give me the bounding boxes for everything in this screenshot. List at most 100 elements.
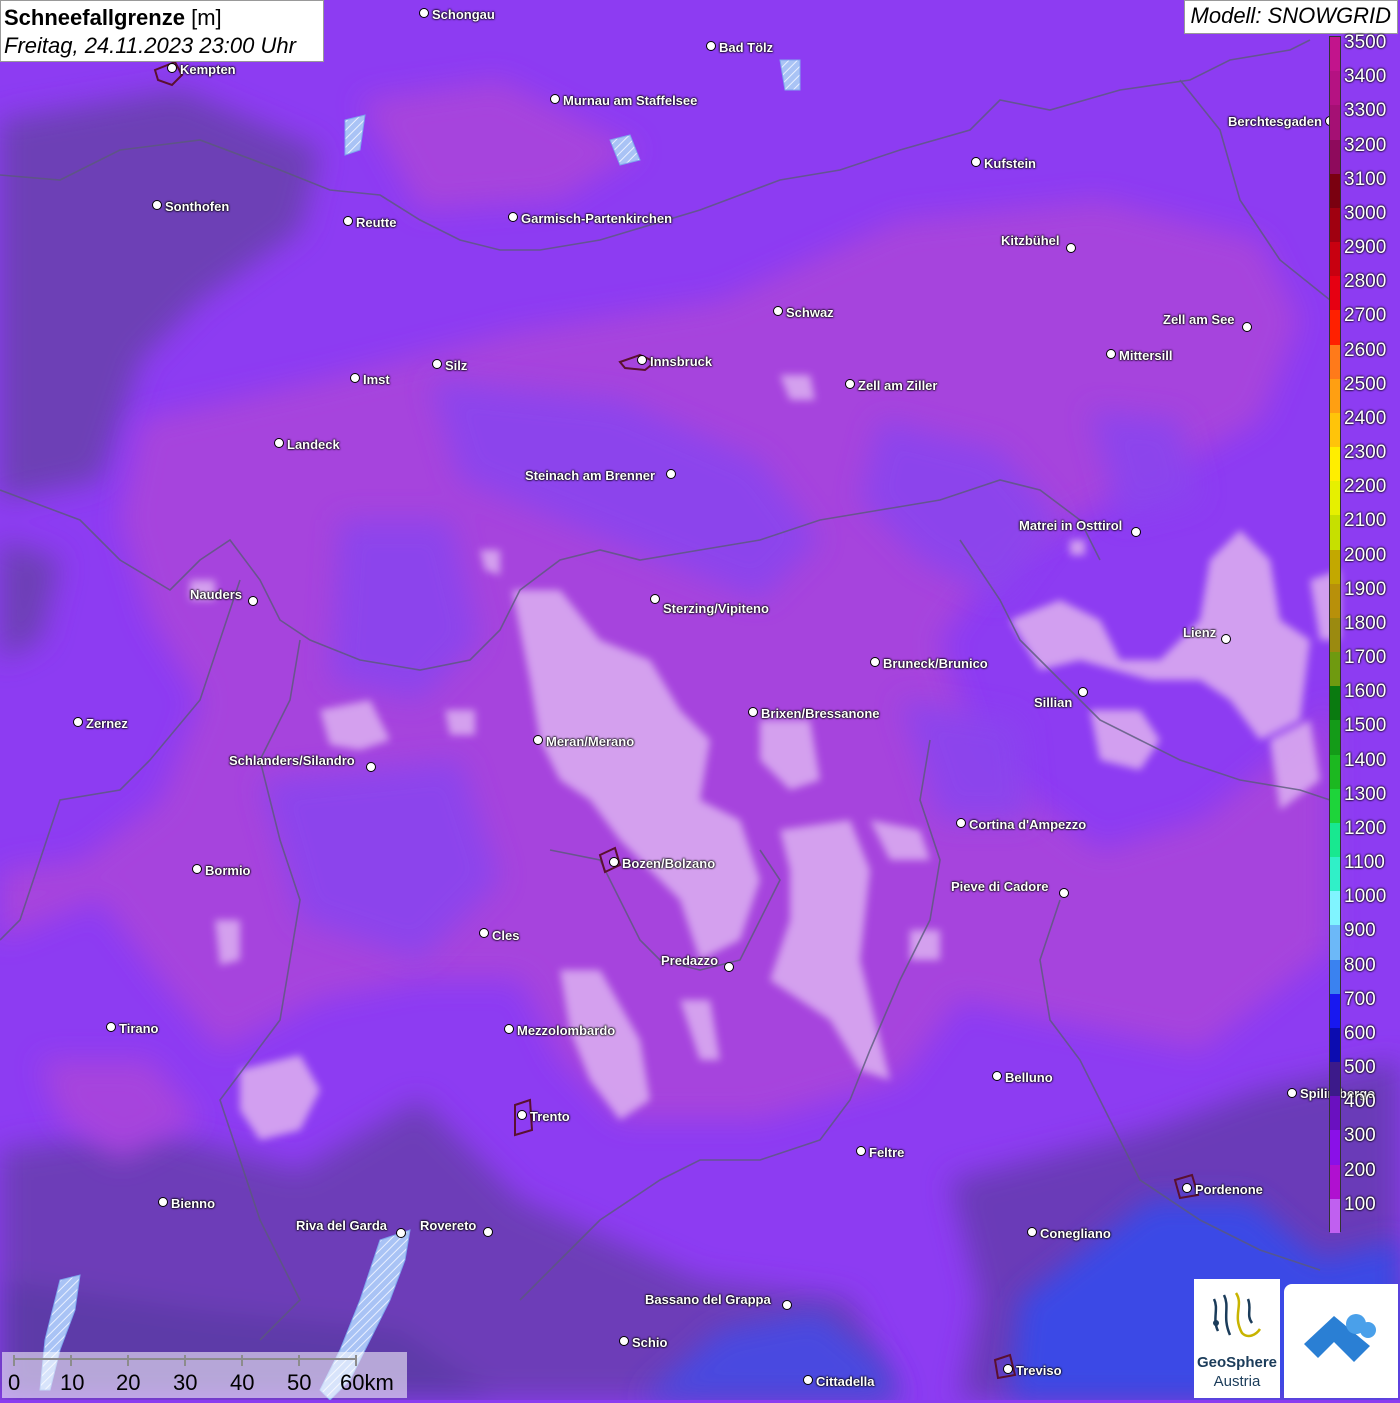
- legend-label: 2800: [1344, 271, 1387, 293]
- city-label: Bormio: [205, 863, 251, 878]
- city-marker[interactable]: [504, 1024, 514, 1034]
- city-marker[interactable]: [432, 359, 442, 369]
- legend-swatch: [1330, 1164, 1340, 1200]
- legend-label: 2200: [1344, 476, 1387, 498]
- city-label: Meran/Merano: [546, 734, 635, 749]
- city-marker[interactable]: [1182, 1183, 1192, 1193]
- city-marker[interactable]: [396, 1228, 406, 1238]
- city-label: Zell am Ziller: [858, 378, 938, 393]
- legend-swatch: [1330, 959, 1340, 995]
- city-marker[interactable]: [666, 469, 676, 479]
- weather-app-logo[interactable]: [1284, 1284, 1398, 1398]
- legend-label: 300: [1344, 1125, 1376, 1147]
- city-marker[interactable]: [1287, 1088, 1297, 1098]
- city-marker[interactable]: [1078, 687, 1088, 697]
- city-marker[interactable]: [845, 379, 855, 389]
- city-marker[interactable]: [350, 373, 360, 383]
- city-label: Nauders: [190, 587, 243, 602]
- city-marker[interactable]: [192, 864, 202, 874]
- legend-swatch: [1330, 173, 1340, 209]
- legend-swatch: [1330, 857, 1340, 892]
- city-marker[interactable]: [1027, 1227, 1037, 1237]
- city-label: Steinach am Brenner: [525, 468, 656, 483]
- city-label: Conegliano: [1040, 1226, 1111, 1241]
- city-label: Innsbruck: [650, 354, 713, 369]
- city-marker[interactable]: [724, 962, 734, 972]
- city-marker[interactable]: [106, 1022, 116, 1032]
- city-marker[interactable]: [782, 1300, 792, 1310]
- city-marker[interactable]: [1106, 349, 1116, 359]
- city-label: Silz: [445, 358, 468, 373]
- city-marker[interactable]: [956, 818, 966, 828]
- city-marker[interactable]: [517, 1110, 527, 1120]
- city-marker[interactable]: [650, 594, 660, 604]
- city-marker[interactable]: [706, 41, 716, 51]
- city-marker[interactable]: [856, 1146, 866, 1156]
- city-marker[interactable]: [1131, 527, 1141, 537]
- city-marker[interactable]: [158, 1197, 168, 1207]
- city-label: Brixen/Bressanone: [761, 706, 880, 721]
- legend-label: 3500: [1344, 32, 1387, 53]
- legend-label: 3300: [1344, 100, 1387, 122]
- city-marker[interactable]: [483, 1227, 493, 1237]
- legend-swatch: [1330, 276, 1340, 311]
- city-marker[interactable]: [870, 657, 880, 667]
- legend-label: 1700: [1344, 647, 1387, 669]
- city-marker[interactable]: [152, 200, 162, 210]
- legend-label: 700: [1344, 988, 1376, 1010]
- city-marker[interactable]: [419, 8, 429, 18]
- legend-label: 3200: [1344, 134, 1387, 156]
- legend-label: 2700: [1344, 305, 1387, 327]
- legend-label: 3400: [1344, 66, 1387, 88]
- legend-swatch: [1330, 71, 1340, 106]
- city-marker[interactable]: [992, 1071, 1002, 1081]
- legend-label: 2400: [1344, 407, 1387, 429]
- city-marker[interactable]: [550, 94, 560, 104]
- parameter-name: Schneefallgrenze: [4, 5, 185, 30]
- city-marker[interactable]: [366, 762, 376, 772]
- city-label: Kempten: [180, 62, 236, 77]
- city-marker[interactable]: [274, 438, 284, 448]
- geosphere-austria-logo[interactable]: GeoSphere Austria: [1194, 1279, 1280, 1398]
- city-marker[interactable]: [1066, 243, 1076, 253]
- city-marker[interactable]: [773, 306, 783, 316]
- legend-label: 1500: [1344, 715, 1387, 737]
- city-marker[interactable]: [803, 1375, 813, 1385]
- city-label: Trento: [530, 1109, 570, 1124]
- city-label: Garmisch-Partenkirchen: [521, 211, 673, 226]
- city-marker[interactable]: [971, 157, 981, 167]
- legend-label: 200: [1344, 1159, 1376, 1181]
- legend-swatch: [1330, 925, 1340, 961]
- city-marker[interactable]: [619, 1336, 629, 1346]
- city-label: Matrei in Osttirol: [1019, 518, 1123, 533]
- legend-swatch: [1330, 549, 1340, 585]
- city-marker[interactable]: [533, 735, 543, 745]
- city-marker[interactable]: [1242, 322, 1252, 332]
- city-marker[interactable]: [167, 63, 177, 73]
- city-marker[interactable]: [748, 707, 758, 717]
- scale-label: 50: [287, 1370, 312, 1395]
- city-marker[interactable]: [248, 596, 258, 606]
- city-label: Cittadella: [816, 1374, 875, 1389]
- city-marker[interactable]: [609, 857, 619, 867]
- legend-label: 1100: [1344, 852, 1385, 874]
- city-marker[interactable]: [73, 717, 83, 727]
- legend-swatch: [1330, 720, 1340, 756]
- city-marker[interactable]: [1003, 1364, 1013, 1374]
- city-label: Bozen/Bolzano: [622, 856, 716, 871]
- legend-swatch: [1330, 105, 1340, 140]
- city-marker[interactable]: [637, 355, 647, 365]
- city-marker[interactable]: [1221, 634, 1231, 644]
- city-label: Pieve di Cadore: [951, 879, 1049, 894]
- city-label: Reutte: [356, 215, 397, 230]
- city-marker[interactable]: [479, 928, 489, 938]
- legend-label: 1600: [1344, 681, 1387, 703]
- city-marker[interactable]: [508, 212, 518, 222]
- legend-swatch: [1330, 891, 1340, 926]
- city-label: Predazzo: [661, 953, 719, 968]
- city-label: Bad Tölz: [719, 40, 774, 55]
- city-marker[interactable]: [343, 216, 353, 226]
- scale-label: 30: [173, 1370, 198, 1395]
- city-label: Sterzing/Vipiteno: [663, 601, 769, 616]
- city-marker[interactable]: [1059, 888, 1069, 898]
